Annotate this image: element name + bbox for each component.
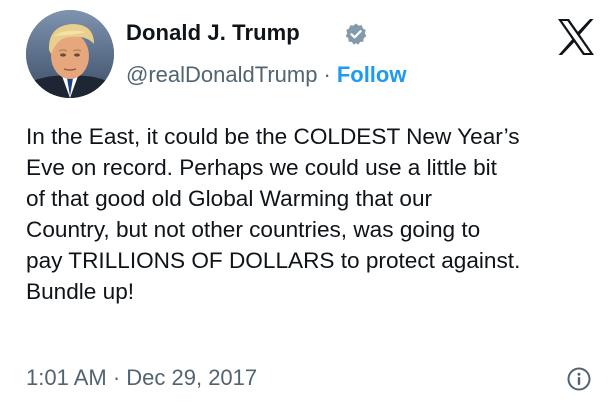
- separator-dot: ·: [323, 62, 331, 87]
- profile-photo: [26, 10, 114, 98]
- author-name[interactable]: Donald J. Trump: [126, 20, 300, 46]
- tweet-timestamp[interactable]: 1:01 AM · Dec 29, 2017: [26, 365, 257, 391]
- handle-row: @realDonaldTrump · Follow: [126, 62, 406, 88]
- info-icon[interactable]: [566, 366, 592, 392]
- author-handle[interactable]: @realDonaldTrump: [126, 62, 317, 87]
- tweet-text: In the East, it could be the COLDEST New…: [26, 124, 521, 304]
- follow-button[interactable]: Follow: [337, 62, 407, 87]
- x-logo-icon[interactable]: [556, 18, 596, 56]
- avatar[interactable]: [26, 10, 114, 98]
- verified-badge-icon: [345, 23, 367, 45]
- tweet-card: Donald J. Trump @realDonaldTrump · Follow …: [0, 0, 614, 408]
